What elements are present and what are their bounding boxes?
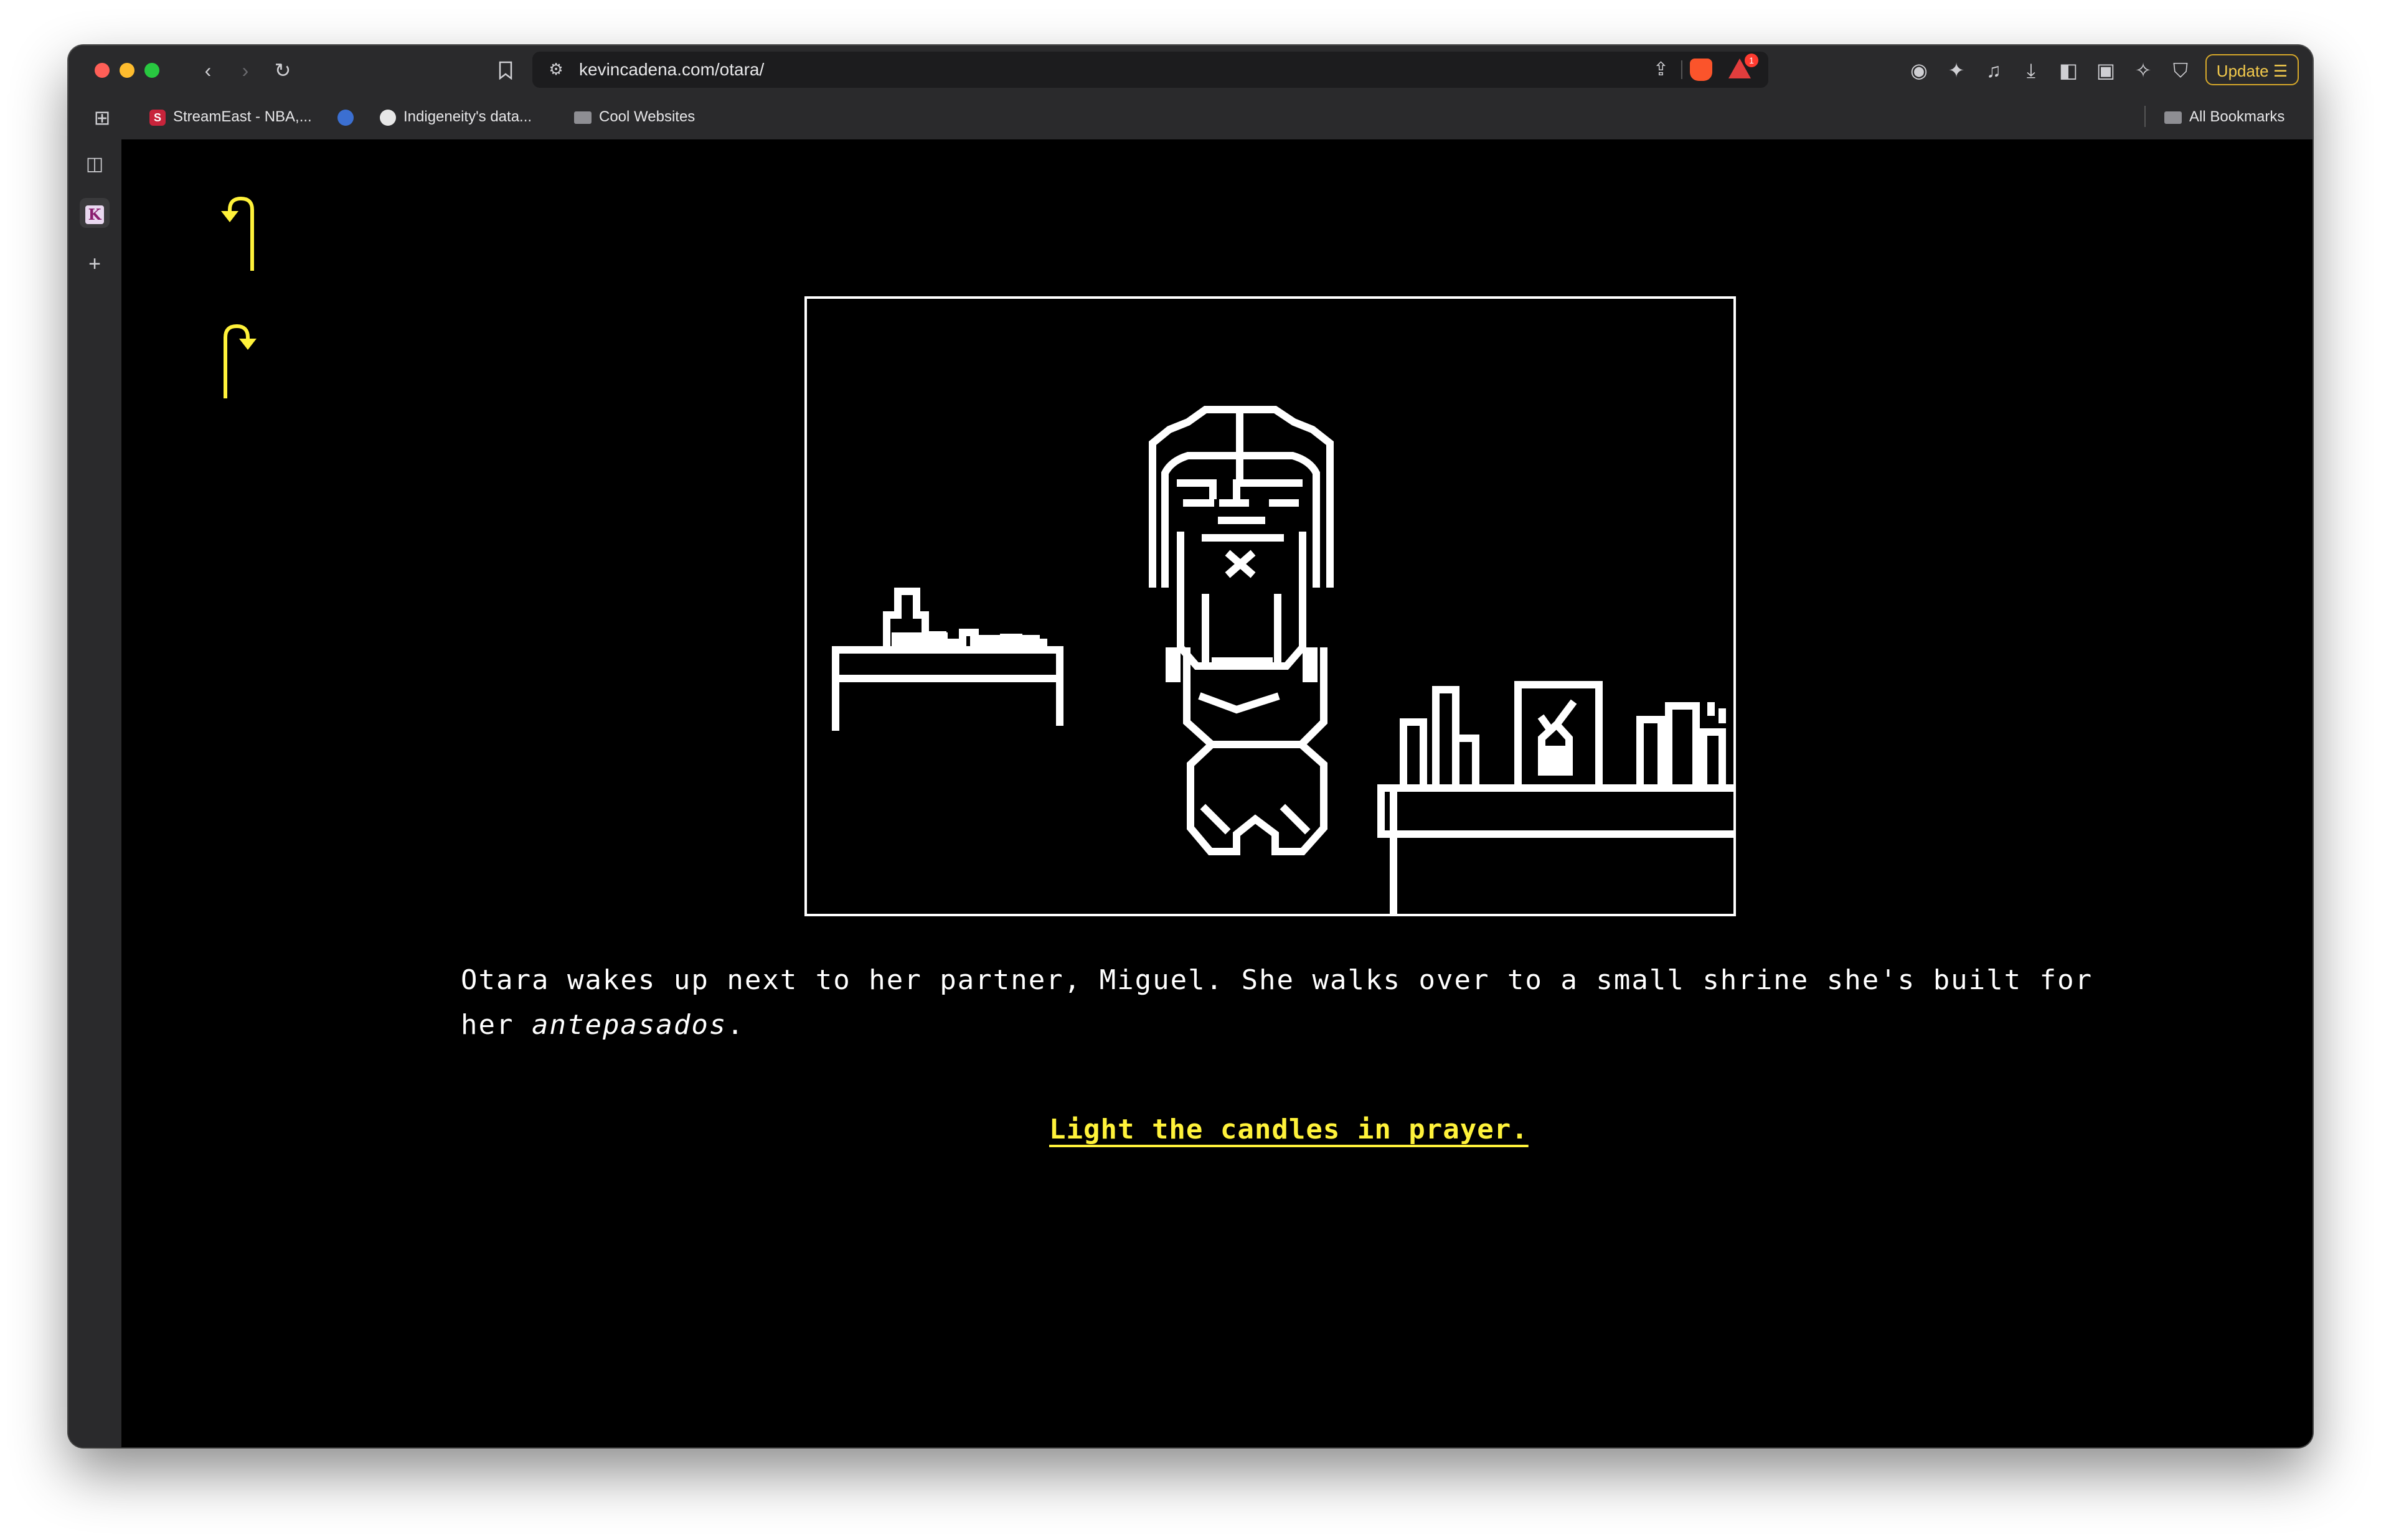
rewards-badge: 1 [1745, 54, 1758, 67]
bookmark-globe[interactable] [337, 94, 361, 139]
sidebar-panel-icon[interactable]: ◫ [80, 149, 110, 179]
folder-icon [574, 111, 592, 124]
bookmark-cool-websites[interactable]: Cool Websites [574, 94, 695, 139]
tab-kevincadena[interactable]: K [80, 198, 110, 228]
streameast-icon: S [149, 109, 166, 126]
page-content: Otara wakes up next to her partner, Migu… [121, 139, 2313, 1447]
shield-icon[interactable]: ⛉ [2167, 57, 2194, 84]
new-tab-button[interactable]: + [80, 249, 110, 279]
update-label: Update [2216, 62, 2269, 80]
pixel-illustration [832, 406, 1737, 925]
bed-icon [832, 588, 1063, 731]
bookmark-icon[interactable] [492, 57, 519, 84]
leo-ai-icon[interactable]: ✧ [2129, 57, 2157, 84]
share-icon[interactable]: ⇪ [1653, 56, 1669, 83]
story-emphasis: antepasados [531, 1009, 727, 1041]
close-window-button[interactable] [95, 63, 110, 78]
apps-grid-icon[interactable]: ⊞ [88, 104, 116, 131]
bookmark-indigeneity[interactable]: Indigeneity's data... [380, 94, 532, 139]
shrine-table-icon [1377, 784, 1737, 925]
sidebar-toggle-icon[interactable]: ◧ [2055, 57, 2082, 84]
extensions-icon[interactable]: ✦ [1943, 57, 1970, 84]
candles-left-icon [1400, 686, 1479, 792]
minimize-window-button[interactable] [120, 63, 134, 78]
photo-portrait-shape [1543, 746, 1568, 776]
story-text: Otara wakes up next to her partner, Migu… [461, 958, 2142, 1048]
wallet-icon[interactable]: ▣ [2092, 57, 2119, 84]
otara-figure [1149, 406, 1334, 855]
back-icon[interactable]: ‹ [194, 57, 222, 84]
choice-link[interactable]: Light the candles in prayer. [1049, 1114, 1529, 1145]
downloads-icon[interactable]: ⤓ [2017, 57, 2045, 84]
address-bar[interactable]: ⚙ kevincadena.com/otara/ ⇪ 1 [532, 52, 1768, 88]
right-hand-shape [1303, 647, 1318, 682]
forward-icon[interactable]: › [232, 57, 259, 84]
tab-favicon: K [85, 205, 104, 224]
vertical-tabs-sidebar: ◫ K + [68, 139, 121, 1447]
all-bookmarks[interactable]: All Bookmarks [2164, 94, 2284, 139]
blanket-shape [970, 635, 1040, 647]
left-hand-shape [1166, 647, 1181, 682]
indigeneity-icon [380, 109, 396, 126]
folder-icon [2164, 111, 2182, 124]
bookmarks-divider [2144, 106, 2146, 127]
url-divider [1681, 60, 1682, 79]
candles-right-icon [1636, 702, 1726, 792]
browser-window: ‹ › ↻ ⚙ kevincadena.com/otara/ ⇪ 1 ◉ ✦ ♫… [68, 45, 2313, 1447]
site-settings-icon[interactable]: ⚙ [544, 57, 568, 82]
pillow-shape [892, 632, 948, 647]
browser-toolbar: ‹ › ↻ ⚙ kevincadena.com/otara/ ⇪ 1 ◉ ✦ ♫… [68, 45, 2313, 94]
url-text[interactable]: kevincadena.com/otara/ [579, 52, 764, 88]
reload-icon[interactable]: ↻ [269, 57, 296, 84]
story-end: . [727, 1009, 745, 1041]
update-button[interactable]: Update ☰ [2205, 54, 2299, 85]
music-icon[interactable]: ♫ [1980, 57, 2007, 84]
illustration-frame [804, 296, 1737, 925]
zoom-window-button[interactable] [144, 63, 159, 78]
back-arrow-icon[interactable] [215, 192, 265, 273]
bookmark-streameast[interactable]: S StreamEast - NBA,... [149, 94, 312, 139]
globe-icon [337, 109, 354, 126]
vpn-icon[interactable]: ◉ [1905, 57, 1933, 84]
forward-arrow-icon[interactable] [218, 320, 268, 401]
brave-shields-icon[interactable] [1690, 59, 1712, 81]
